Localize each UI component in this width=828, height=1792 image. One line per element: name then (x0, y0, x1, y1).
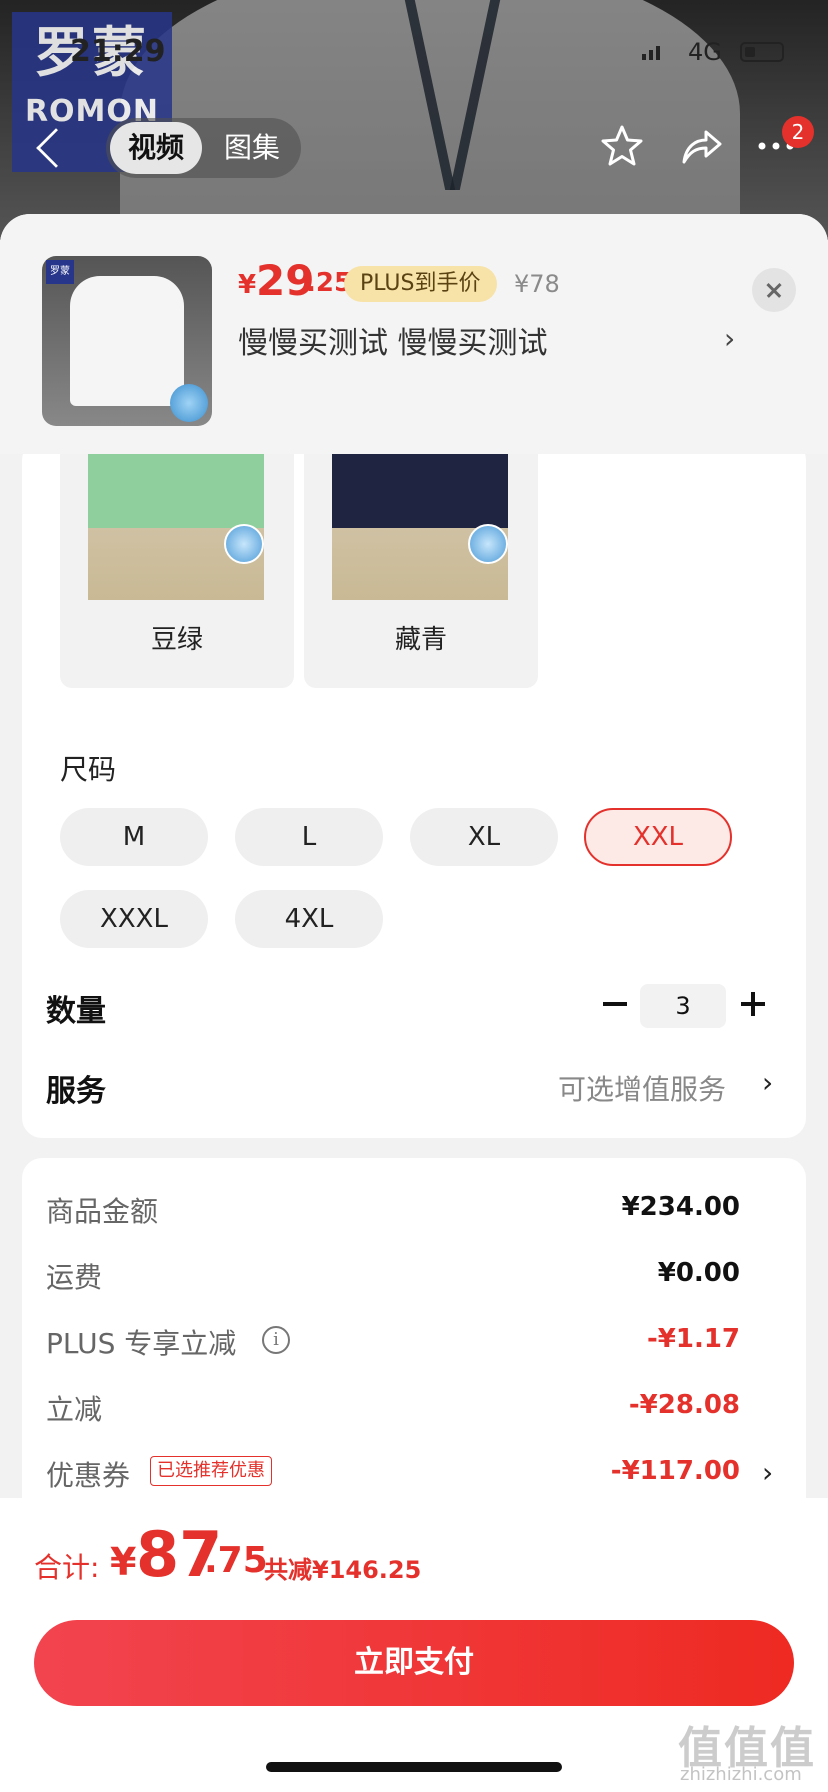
network-type: 4G (688, 38, 722, 66)
size-option-xl[interactable]: XL (410, 808, 558, 866)
cost-label-goods: 商品金额 (46, 1195, 159, 1228)
size-option-4xl[interactable]: 4XL (235, 890, 383, 948)
plus-price-badge: PLUS到手价 (344, 266, 497, 302)
service-selector[interactable]: 可选增值服务 (558, 1068, 726, 1108)
product-title[interactable]: 慢慢买测试 慢慢买测试 (238, 318, 548, 362)
close-icon[interactable] (752, 268, 796, 312)
color-option-image (332, 440, 508, 600)
quantity-input[interactable]: 3 (640, 984, 726, 1028)
color-option-label: 豆绿 (150, 625, 203, 655)
info-icon[interactable]: i (262, 1326, 290, 1354)
cooling-badge-icon (224, 524, 264, 564)
star-icon[interactable] (598, 122, 646, 170)
tab-gallery[interactable]: 图集 (212, 122, 292, 174)
share-icon[interactable] (676, 122, 724, 170)
size-section-title: 尺码 (60, 753, 117, 786)
cost-label-coupon: 优惠券 (46, 1459, 131, 1492)
color-option-image (88, 440, 264, 600)
total-label: 合计: (34, 1551, 100, 1584)
total-savings: 共减¥146.25 (264, 1556, 422, 1584)
cost-value-shipping: ¥0.00 (657, 1258, 740, 1288)
cost-label-plus-discount: PLUS 专享立减 (46, 1327, 237, 1360)
color-option-navy[interactable]: 藏青 (304, 440, 538, 688)
quantity-decrease-icon[interactable] (600, 988, 630, 1018)
size-option-m[interactable]: M (60, 808, 208, 866)
notification-badge: 2 (782, 116, 814, 148)
chevron-right-icon[interactable]: › (762, 1066, 773, 1099)
cost-label-instant-discount: 立减 (46, 1393, 103, 1426)
quantity-increase-icon[interactable] (738, 988, 768, 1018)
cost-value-goods: ¥234.00 (621, 1192, 740, 1222)
size-option-xxl-selected[interactable]: XXL (584, 808, 732, 866)
signal-icon (642, 44, 666, 60)
cost-value-plus-discount: -¥1.17 (646, 1324, 740, 1354)
coupon-recommended-tag: 已选推荐优惠 (150, 1456, 272, 1486)
tab-video[interactable]: 视频 (110, 122, 202, 174)
product-thumbnail: 罗蒙 (42, 256, 212, 426)
quantity-label: 数量 (46, 994, 106, 1029)
cost-value-instant-discount: -¥28.08 (628, 1390, 740, 1420)
chevron-right-icon[interactable]: › (724, 322, 735, 355)
service-label: 服务 (46, 1074, 106, 1109)
cost-value-coupon[interactable]: -¥117.00 (500, 1456, 740, 1486)
watermark-url: zhizhizhi.com (680, 1764, 802, 1785)
pay-now-button[interactable]: 立即支付 (34, 1620, 794, 1706)
price-currency: ¥ (238, 270, 257, 300)
status-time: 21:29 (70, 34, 166, 69)
size-option-l[interactable]: L (235, 808, 383, 866)
home-indicator[interactable] (266, 1762, 562, 1772)
chevron-right-icon[interactable]: › (762, 1456, 773, 1489)
total-decimal: .75 (204, 1540, 268, 1581)
color-option-label: 藏青 (394, 625, 447, 655)
original-price: ¥78 (514, 270, 560, 298)
cooling-badge-icon (170, 384, 208, 422)
battery-icon (740, 42, 784, 62)
size-option-xxxl[interactable]: XXXL (60, 890, 208, 948)
cooling-badge-icon (468, 524, 508, 564)
total-currency: ¥ (110, 1540, 137, 1584)
color-option-green[interactable]: 豆绿 (60, 440, 294, 688)
cost-label-shipping: 运费 (46, 1261, 103, 1294)
